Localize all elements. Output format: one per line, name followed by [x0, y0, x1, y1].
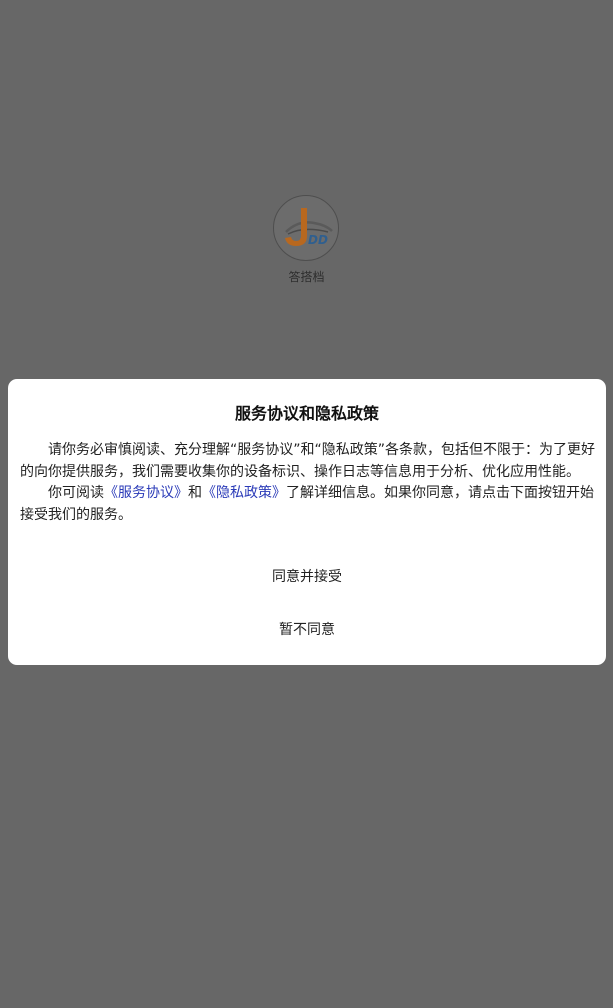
privacy-policy-link[interactable]: 《隐私政策》 — [202, 485, 286, 501]
disagree-button[interactable]: 暂不同意 — [8, 616, 606, 644]
terms-of-service-link[interactable]: 《服务协议》 — [104, 485, 188, 501]
and-text: 和 — [188, 485, 202, 501]
paragraph-2-prefix: 你可阅读 — [48, 485, 104, 501]
logo-text: DD — [308, 233, 328, 247]
dialog-paragraph-2: 你可阅读《服务协议》和《隐私政策》了解详细信息。如果你同意，请点击下面按钮开始接… — [20, 483, 596, 526]
app-name: 答搭档 — [288, 270, 325, 284]
app-logo: DD — [273, 195, 339, 261]
jdd-car-logo-icon: DD — [285, 208, 333, 247]
agree-accept-button[interactable]: 同意并接受 — [8, 563, 606, 591]
privacy-dialog: 服务协议和隐私政策 请你务必审慎阅读、充分理解“服务协议”和“隐私政策”各条款，… — [8, 379, 606, 665]
dialog-body: 请你务必审慎阅读、充分理解“服务协议”和“隐私政策”各条款，包括但不限于：为了更… — [20, 440, 596, 526]
dialog-paragraph-1: 请你务必审慎阅读、充分理解“服务协议”和“隐私政策”各条款，包括但不限于：为了更… — [20, 442, 596, 480]
dialog-title: 服务协议和隐私政策 — [234, 404, 379, 423]
